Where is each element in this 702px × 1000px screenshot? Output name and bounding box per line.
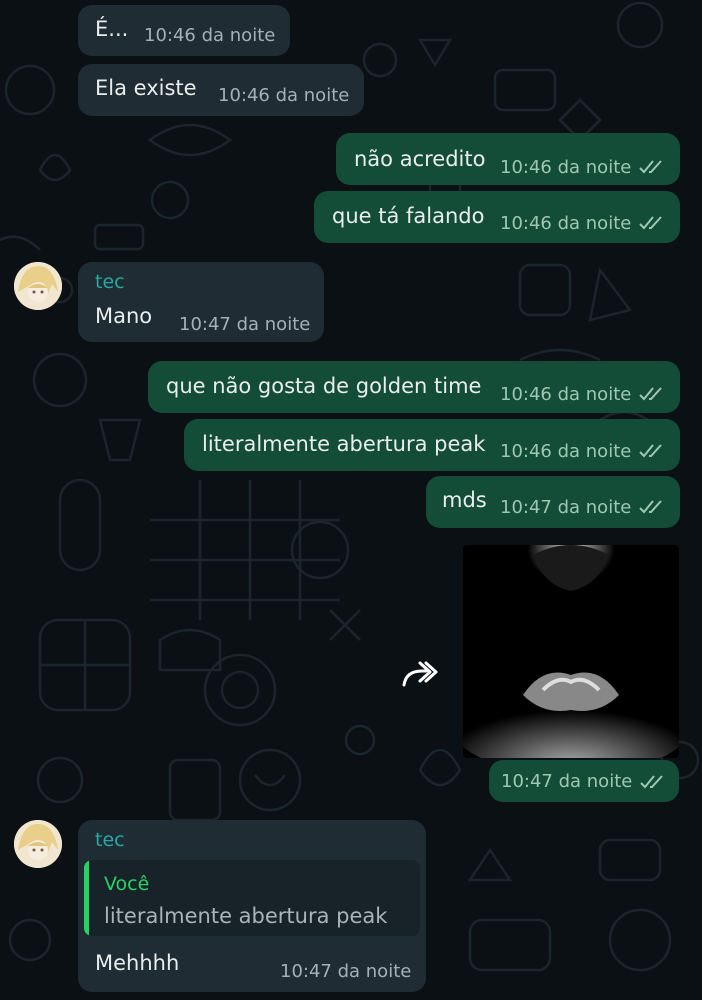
avatar[interactable]	[14, 262, 62, 310]
message-text: não acredito	[354, 147, 486, 171]
message-text: Mehhhh	[95, 951, 180, 975]
message-time: 10:46 da noite	[500, 213, 632, 234]
message-time: 10:46 da noite	[500, 441, 632, 462]
message-bubble-outgoing[interactable]: que não gosta de golden time 10:46 da no…	[148, 361, 680, 413]
message-bubble-incoming[interactable]: Ela existe 10:46 da noite	[78, 64, 364, 116]
shared-image[interactable]	[463, 545, 679, 758]
avatar-image	[14, 262, 62, 310]
quote-accent-bar	[84, 860, 89, 936]
message-bubble-outgoing[interactable]: literalmente abertura peak 10:46 da noit…	[184, 419, 680, 471]
double-check-icon	[639, 216, 662, 230]
message-text: Ela existe	[95, 76, 197, 100]
message-time: 10:47 da noite	[501, 771, 633, 792]
double-check-icon	[640, 775, 663, 789]
message-text: É...	[95, 17, 129, 41]
image-content	[463, 545, 679, 758]
message-text: que não gosta de golden time	[166, 374, 482, 398]
message-bubble-outgoing[interactable]: 10:47 da noite	[489, 760, 679, 802]
message-bubble-outgoing[interactable]: que tá falando 10:46 da noite	[314, 191, 680, 243]
message-bubble-incoming[interactable]: É... 10:46 da noite	[78, 5, 290, 56]
message-bubble-outgoing[interactable]: mds 10:47 da noite	[426, 476, 680, 528]
message-text: que tá falando	[332, 204, 485, 228]
message-time: 10:46 da noite	[500, 157, 632, 178]
message-bubble-outgoing[interactable]: não acredito 10:46 da noite	[336, 133, 680, 185]
double-check-icon	[639, 444, 662, 458]
quote-author: Você	[104, 873, 150, 895]
message-time: 10:46 da noite	[218, 85, 350, 106]
message-time: 10:46 da noite	[144, 25, 276, 46]
message-bubble-incoming[interactable]: tec Você literalmente abertura peak Mehh…	[78, 820, 426, 992]
sender-name[interactable]: tec	[95, 829, 125, 851]
message-text: literalmente abertura peak	[202, 432, 486, 456]
message-time: 10:47 da noite	[280, 961, 412, 982]
message-text: mds	[442, 488, 487, 512]
double-check-icon	[639, 500, 662, 514]
double-check-icon	[639, 387, 662, 401]
forward-icon[interactable]	[398, 655, 438, 695]
quoted-message[interactable]: Você literalmente abertura peak	[84, 860, 420, 936]
message-text: Mano	[95, 304, 153, 328]
sender-name[interactable]: tec	[95, 271, 125, 293]
message-time: 10:46 da noite	[500, 384, 632, 405]
message-time: 10:47 da noite	[179, 314, 311, 335]
avatar[interactable]	[14, 820, 62, 868]
avatar-image	[14, 820, 62, 868]
message-bubble-incoming[interactable]: tec Mano 10:47 da noite	[78, 262, 324, 342]
double-check-icon	[639, 160, 662, 174]
quote-text: literalmente abertura peak	[104, 904, 388, 928]
message-time: 10:47 da noite	[500, 497, 632, 518]
